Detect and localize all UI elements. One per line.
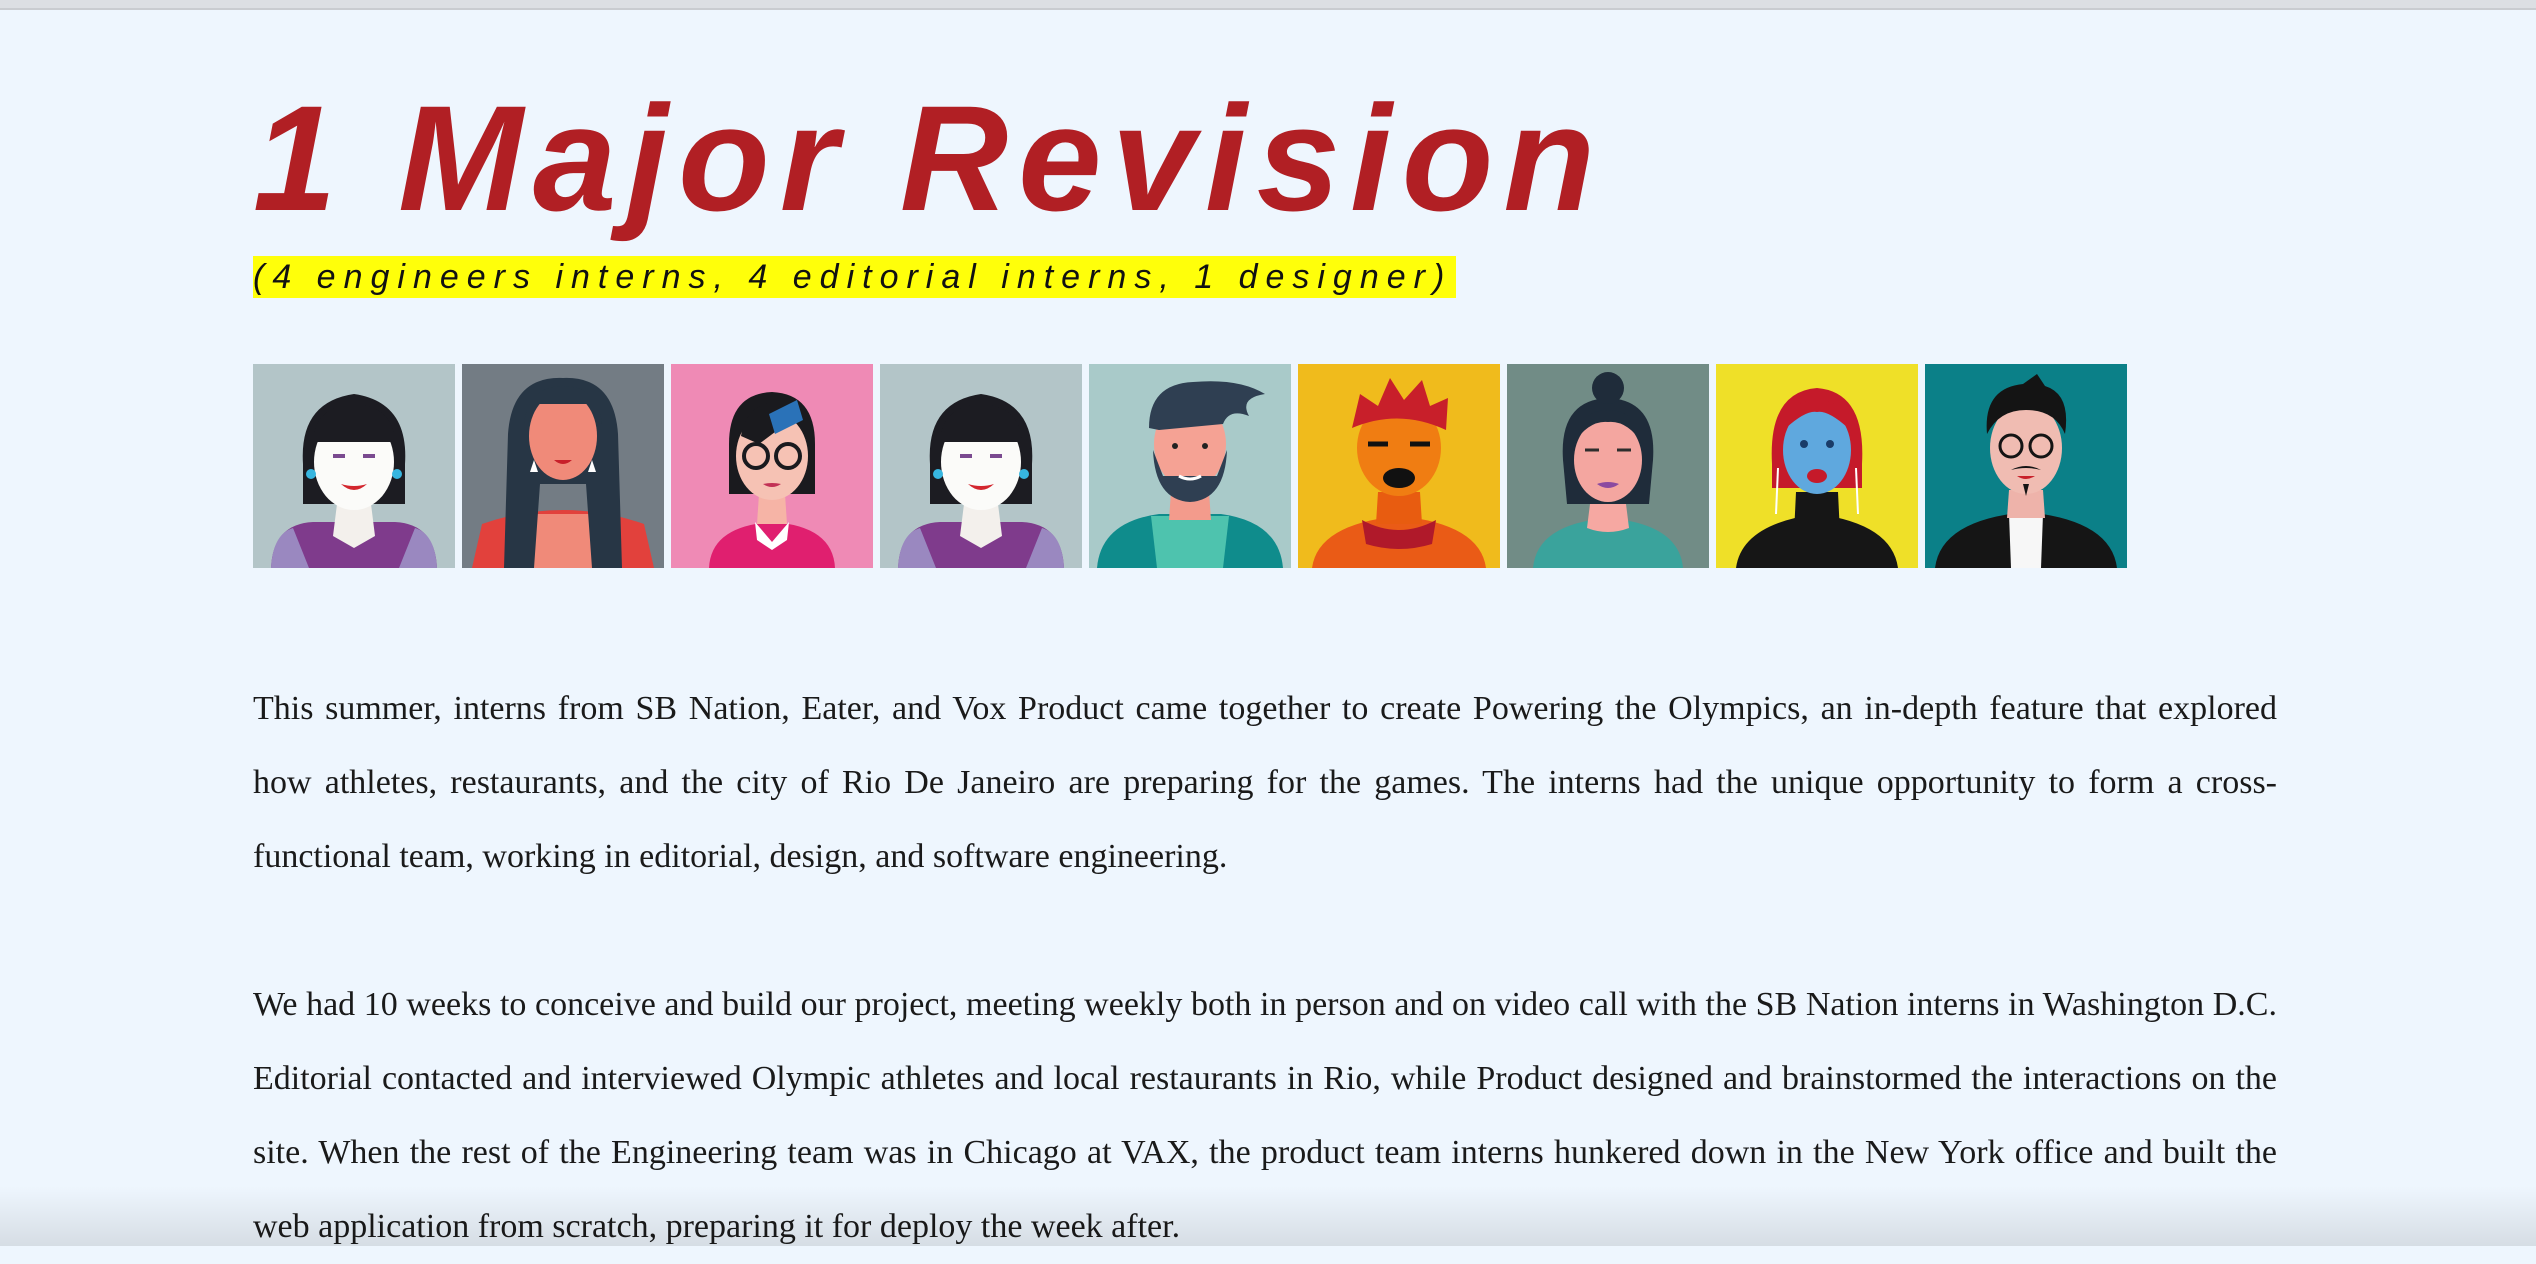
- woman-bun-avatar-icon: [1507, 364, 1709, 568]
- man-glasses-mustache-avatar-icon: [1925, 364, 2127, 568]
- page-title: 1 Major Revision: [253, 74, 1606, 242]
- woman-glasses-pink-avatar-icon: [671, 364, 873, 568]
- team-avatars: [253, 364, 2153, 568]
- woman-long-hair-avatar-icon: [462, 364, 664, 568]
- man-beard-avatar-icon: [1089, 364, 1291, 568]
- timeline-paragraph: We had 10 weeks to conceive and build ou…: [253, 986, 2277, 1245]
- woman-black-bob-avatar-icon: [880, 364, 1082, 568]
- browser-top-edge: [0, 0, 2536, 10]
- team-subtitle: (4 engineers interns, 4 editorial intern…: [253, 256, 1457, 298]
- intro-paragraph: This summer, interns from SB Nation, Eat…: [253, 690, 2277, 875]
- man-orange-avatar-icon: [1298, 364, 1500, 568]
- woman-black-bob-avatar-icon: [253, 364, 455, 568]
- woman-blue-face-avatar-icon: [1716, 364, 1918, 568]
